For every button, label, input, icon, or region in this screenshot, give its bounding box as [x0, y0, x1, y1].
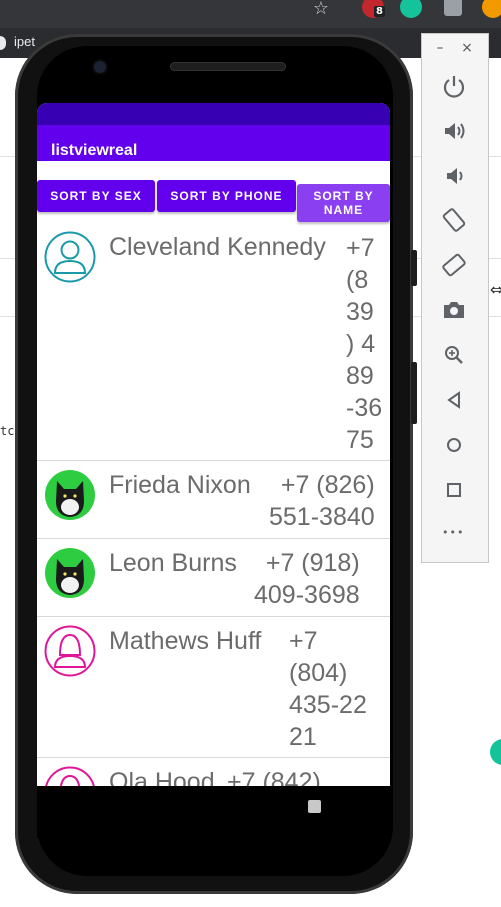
contact-name: Frieda Nixon	[109, 471, 251, 499]
zoom-icon[interactable]	[440, 341, 468, 369]
contact-row[interactable]: Cleveland Kennedy +7 (8 39 ) 4 89 -36 75	[37, 221, 390, 461]
contact-phone: +7 (826) 551-3840	[269, 471, 375, 531]
sort-by-name-label-line1: SORT BY	[313, 189, 374, 203]
contact-phone: +7 (804) 435-22 21	[289, 627, 367, 751]
sort-by-sex-label: SORT BY SEX	[50, 189, 142, 203]
power-icon[interactable]	[440, 72, 468, 100]
home-icon[interactable]	[440, 431, 468, 459]
camera-icon[interactable]	[440, 296, 468, 324]
volume-down-icon[interactable]	[440, 162, 468, 190]
volume-up-icon[interactable]	[440, 117, 468, 145]
browser-tab-label[interactable]: ipet	[14, 34, 35, 49]
toolbar-close-button[interactable]: ×	[460, 40, 474, 56]
sort-by-phone-label: SORT BY PHONE	[170, 189, 283, 203]
contact-phone: +7 (842)	[227, 768, 321, 786]
phone-volume-key[interactable]	[411, 362, 417, 424]
male-outline-avatar-icon	[44, 231, 96, 283]
front-camera	[94, 61, 106, 73]
browser-toolbar	[0, 0, 501, 28]
phone-screen: SORT BY SEX SORT BY PHONE SORT BY NAME C…	[37, 103, 390, 786]
back-icon[interactable]	[440, 386, 468, 414]
app-title: listviewreal	[51, 142, 138, 159]
extension-icon-orange[interactable]	[482, 0, 501, 18]
rotate-left-icon[interactable]	[440, 206, 468, 234]
cat-avatar-icon	[45, 470, 95, 520]
contact-name: Mathews Huff	[109, 627, 262, 655]
contact-phone: +7 (8 39 ) 4 89 -36 75	[346, 234, 383, 454]
nav-recents-icon[interactable]	[308, 800, 321, 813]
rotate-right-icon[interactable]	[440, 251, 468, 279]
sort-by-name-label-line2: NAME	[323, 203, 364, 217]
phone-power-key[interactable]	[411, 250, 417, 286]
sort-by-sex-button[interactable]: SORT BY SEX	[37, 180, 155, 212]
overview-icon[interactable]	[440, 476, 468, 504]
female-outline-avatar-icon	[45, 766, 95, 786]
contact-name: Cleveland Kennedy	[109, 233, 326, 261]
more-icon[interactable]: •••	[442, 526, 464, 539]
bookmark-star-icon[interactable]: ☆	[310, 0, 332, 18]
page-arrow-icon[interactable]: ⇔	[490, 280, 501, 299]
extension-icon-gray[interactable]	[444, 0, 462, 16]
extension-badge: 8	[374, 6, 385, 17]
app-bar-spacer	[37, 161, 390, 173]
contact-phone: +7 (918) 409-3698	[254, 549, 360, 609]
sort-by-phone-button[interactable]: SORT BY PHONE	[157, 180, 296, 212]
contact-name: Leon Burns	[109, 549, 237, 577]
contact-row[interactable]: Frieda Nixon +7 (826) 551-3840	[37, 461, 390, 539]
toolbar-minimize-button[interactable]: –	[433, 40, 447, 56]
contact-row[interactable]: Ola Hood +7 (842)	[37, 758, 390, 786]
cat-avatar-icon	[45, 548, 95, 598]
earpiece-speaker	[170, 62, 286, 71]
status-bar	[37, 103, 390, 125]
contact-row[interactable]: Leon Burns +7 (918) 409-3698	[37, 539, 390, 617]
desktop: ☆ 8 ipet tcl ⇔ SORT BY SEX SORT BY PHONE…	[0, 0, 501, 907]
contact-row[interactable]: Mathews Huff +7 (804) 435-22 21	[37, 617, 390, 758]
female-outline-avatar-icon	[44, 625, 96, 677]
sort-by-name-button[interactable]: SORT BY NAME	[297, 184, 390, 222]
navigation-bar	[37, 786, 390, 838]
contact-name: Ola Hood	[109, 768, 215, 786]
